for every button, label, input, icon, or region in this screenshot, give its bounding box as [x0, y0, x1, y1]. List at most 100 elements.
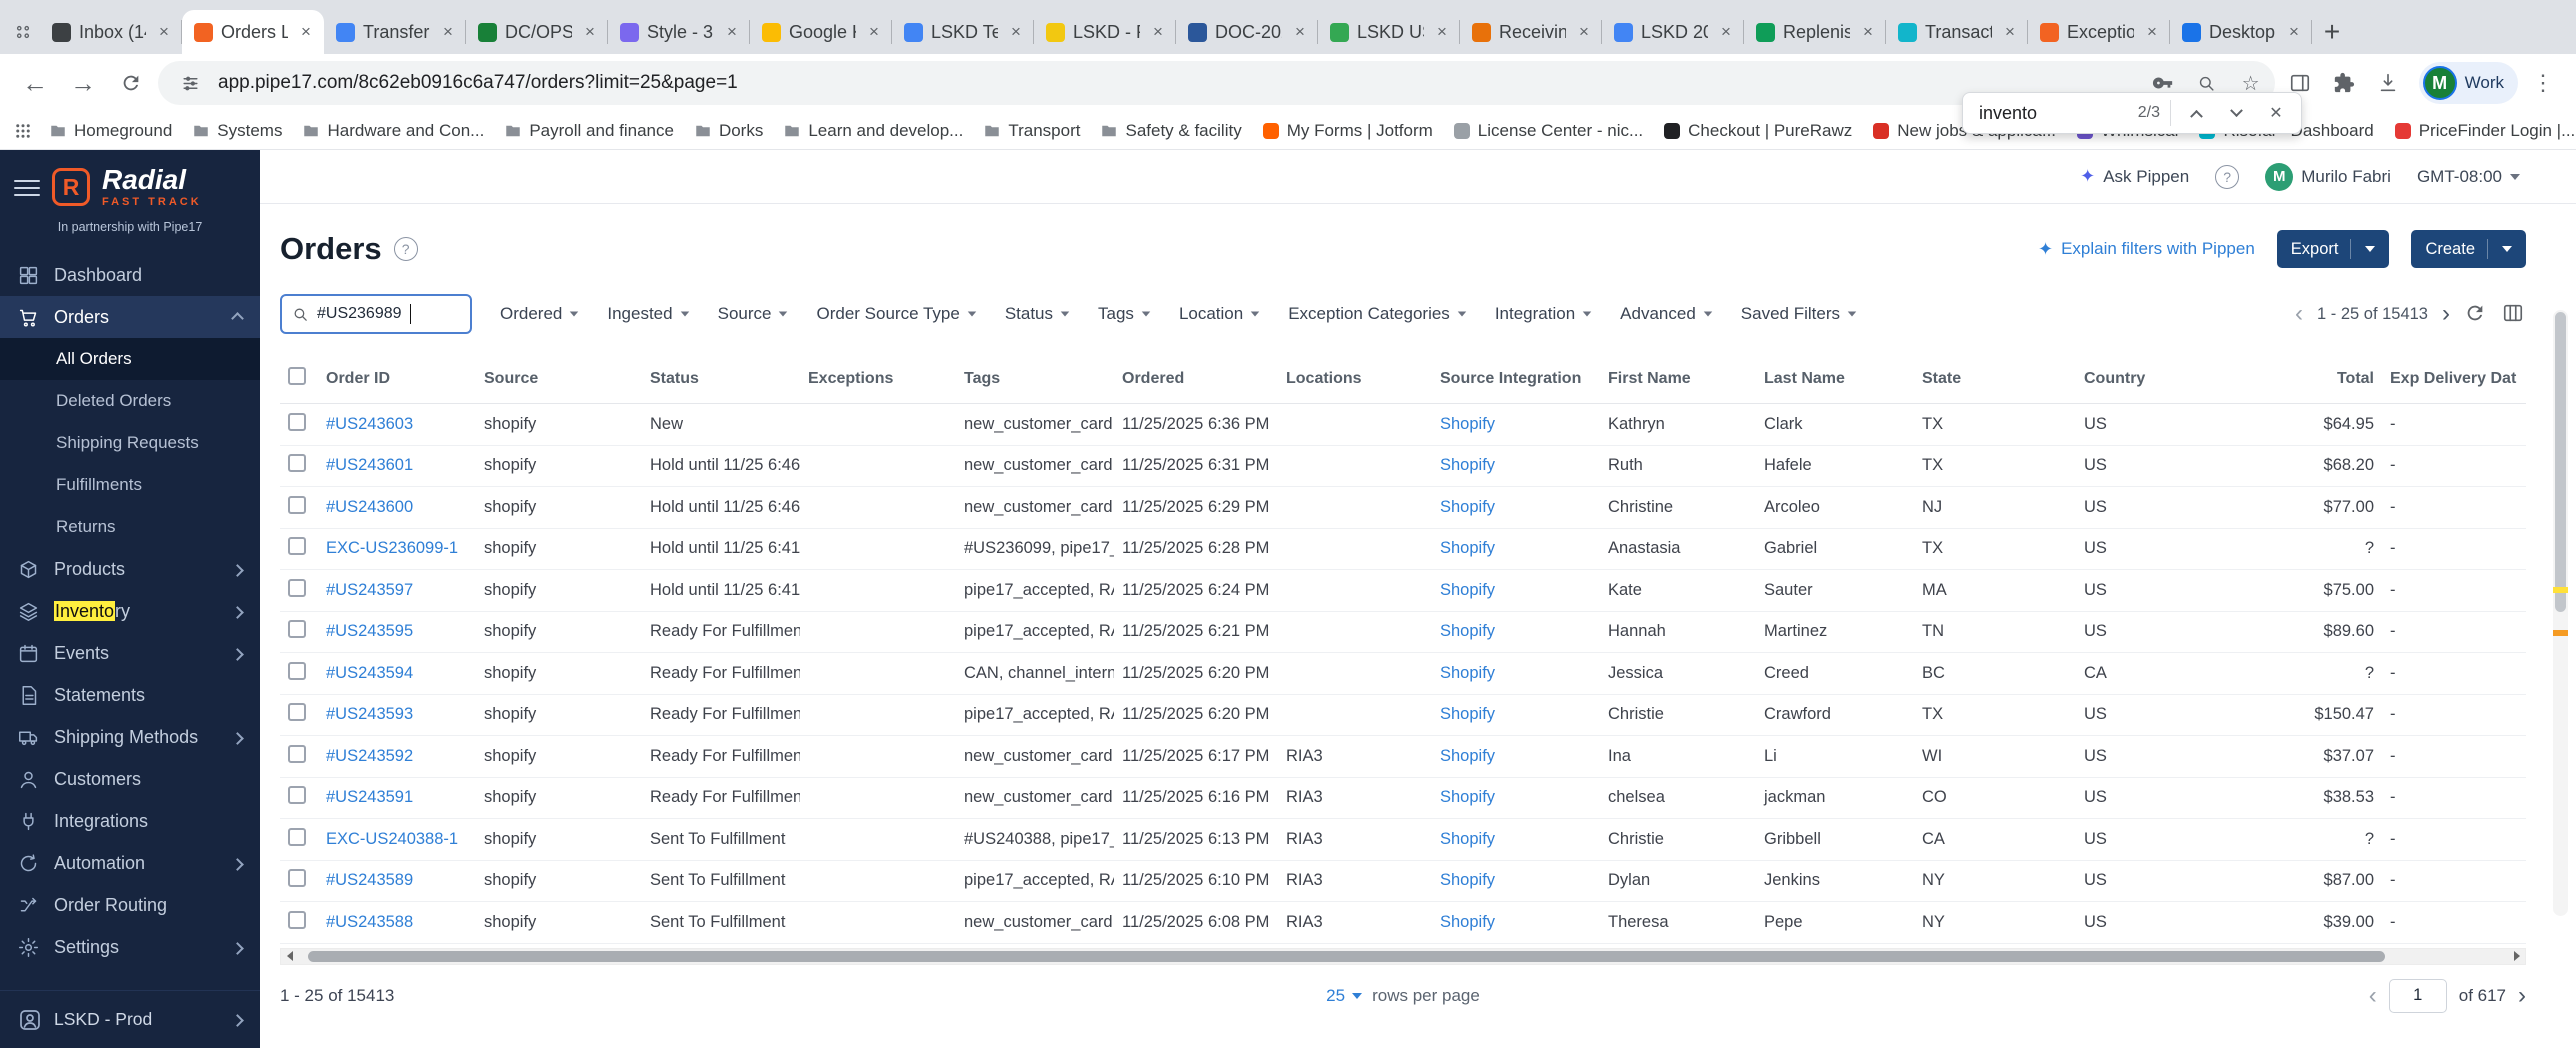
column-header-locations[interactable]: Locations [1278, 354, 1432, 404]
previous-page-icon[interactable]: ‹ [2295, 302, 2303, 326]
bookmark-hardware-and-con[interactable]: Hardware and Con... [293, 117, 493, 145]
browser-tab-lskd-tech-st[interactable]: LSKD Tech St... × [892, 10, 1034, 54]
row-checkbox[interactable] [288, 620, 306, 639]
forward-button[interactable]: → [62, 62, 104, 104]
create-button[interactable]: Create [2411, 230, 2526, 268]
sidebar-item-fulfillments[interactable]: Fulfillments [0, 464, 260, 506]
rows-per-page-select[interactable]: 25 [1326, 986, 1363, 1006]
timezone-dropdown[interactable]: GMT-08:00 [2417, 167, 2520, 187]
find-input[interactable]: invento [1979, 103, 2128, 124]
apps-grid-icon[interactable] [14, 122, 32, 140]
user-menu[interactable]: M Murilo Fabri [2265, 162, 2391, 191]
bookmark-learn-and-develop[interactable]: Learn and develop... [774, 117, 972, 145]
source-integration-link[interactable]: Shopify [1440, 830, 1495, 848]
tab-close-icon[interactable]: × [2000, 22, 2020, 42]
extensions-icon[interactable] [2325, 64, 2363, 102]
order-id-link[interactable]: #US243594 [326, 664, 413, 682]
find-next-icon[interactable] [2221, 98, 2251, 128]
select-all-checkbox[interactable] [288, 367, 306, 385]
browser-tab-dc-ops-resp[interactable]: DC/OPS Resp... × [466, 10, 608, 54]
sidebar-item-events[interactable]: Events [0, 632, 260, 674]
source-integration-link[interactable]: Shopify [1440, 415, 1495, 433]
bookmark-payroll-and-finance[interactable]: Payroll and finance [495, 117, 683, 145]
filter-source[interactable]: Source [718, 304, 789, 324]
bookmark-pricefinder-login[interactable]: PriceFinder Login |... [2385, 117, 2576, 145]
source-integration-link[interactable]: Shopify [1440, 913, 1495, 931]
next-page-icon[interactable]: › [2518, 983, 2526, 1008]
browser-tab-receiving-ha[interactable]: Receiving Ha... × [1460, 10, 1602, 54]
column-header-status[interactable]: Status [642, 354, 800, 404]
page-number-input[interactable] [2388, 978, 2447, 1013]
filter-ordered[interactable]: Ordered [500, 304, 579, 324]
sidebar-item-all-orders[interactable]: All Orders [0, 338, 260, 380]
order-id-link[interactable]: #US243603 [326, 415, 413, 433]
bookmark-license-center-nic[interactable]: License Center - nic... [1444, 117, 1652, 145]
filter-order-source-type[interactable]: Order Source Type [816, 304, 977, 324]
tab-close-icon[interactable]: × [722, 22, 742, 42]
row-checkbox[interactable] [288, 910, 306, 929]
sidebar-item-deleted-orders[interactable]: Deleted Orders [0, 380, 260, 422]
reload-button[interactable] [110, 62, 152, 104]
browser-tab-lskd-us-or[interactable]: LSKD US - Or... × [1318, 10, 1460, 54]
order-id-link[interactable]: #US243597 [326, 581, 413, 599]
horizontal-scrollbar[interactable] [280, 947, 2526, 965]
tab-close-icon[interactable]: × [1716, 22, 1736, 42]
scrollbar-thumb[interactable] [308, 950, 2386, 962]
tab-close-icon[interactable]: × [864, 22, 884, 42]
filter-saved-filters[interactable]: Saved Filters [1741, 304, 1857, 324]
order-id-link[interactable]: #US243591 [326, 788, 413, 806]
filter-tags[interactable]: Tags [1098, 304, 1151, 324]
ask-pippen-button[interactable]: ✦ Ask Pippen [2080, 166, 2189, 187]
back-button[interactable]: ← [14, 62, 56, 104]
order-id-link[interactable]: #US243592 [326, 747, 413, 765]
row-checkbox[interactable] [288, 537, 306, 556]
browser-tab-inbox-14-m[interactable]: Inbox (14) - m × [40, 10, 182, 54]
source-integration-link[interactable]: Shopify [1440, 456, 1495, 474]
column-header-exp-delivery[interactable]: Exp Delivery Dat [2382, 354, 2526, 404]
bookmark-transport[interactable]: Transport [974, 117, 1089, 145]
source-integration-link[interactable]: Shopify [1440, 705, 1495, 723]
tab-close-icon[interactable]: × [2284, 22, 2304, 42]
browser-tab-desktop-app[interactable]: Desktop App... × [2170, 10, 2312, 54]
bookmark-my-forms-jotform[interactable]: My Forms | Jotform [1253, 117, 1442, 145]
sidebar-item-shipping-methods[interactable]: Shipping Methods [0, 716, 260, 758]
sidebar-item-products[interactable]: Products [0, 548, 260, 590]
export-button[interactable]: Export [2276, 230, 2390, 268]
previous-page-icon[interactable]: ‹ [2369, 983, 2377, 1008]
new-tab-button[interactable]: + [2312, 12, 2352, 52]
tab-close-icon[interactable]: × [1148, 22, 1168, 42]
browser-tab-lskd-2025-le[interactable]: LSKD 2025 Le... × [1602, 10, 1744, 54]
order-id-link[interactable]: EXC-US236099-1 [326, 539, 458, 557]
browser-tab-transaction-h[interactable]: Transaction H... × [1886, 10, 2028, 54]
sidebar-item-automation[interactable]: Automation [0, 842, 260, 884]
tab-close-icon[interactable]: × [1432, 22, 1452, 42]
order-id-link[interactable]: EXC-US240388-1 [326, 830, 458, 848]
column-header-last-name[interactable]: Last Name [1756, 354, 1914, 404]
row-checkbox[interactable] [288, 454, 306, 473]
page-help-icon[interactable]: ? [393, 237, 418, 261]
filter-location[interactable]: Location [1179, 304, 1260, 324]
column-header-exceptions[interactable]: Exceptions [800, 354, 956, 404]
source-integration-link[interactable]: Shopify [1440, 539, 1495, 557]
browser-tab-replenishme[interactable]: Replenishme... × [1744, 10, 1886, 54]
column-header-tags[interactable]: Tags [956, 354, 1114, 404]
refresh-icon[interactable] [2464, 302, 2488, 326]
tab-close-icon[interactable]: × [154, 22, 174, 42]
row-checkbox[interactable] [288, 827, 306, 846]
source-integration-link[interactable]: Shopify [1440, 664, 1495, 682]
vertical-scrollbar[interactable] [2553, 310, 2568, 916]
scroll-left-icon[interactable] [281, 948, 298, 964]
downloads-icon[interactable] [2369, 64, 2407, 102]
browser-menu-icon[interactable]: ⋮ [2524, 64, 2562, 102]
tab-search-icon[interactable] [6, 10, 40, 54]
sidebar-item-order-routing[interactable]: Order Routing [0, 884, 260, 926]
column-header-total[interactable]: Total [2240, 354, 2382, 404]
browser-tab-doc-202511[interactable]: DOC-202511... × [1176, 10, 1318, 54]
sidebar-item-dashboard[interactable]: Dashboard [0, 254, 260, 296]
tab-close-icon[interactable]: × [438, 22, 458, 42]
row-checkbox[interactable] [288, 703, 306, 722]
browser-tab-transfers-pro[interactable]: Transfers Pro... × [324, 10, 466, 54]
browser-tab-style-3-click[interactable]: Style - 3 Click... × [608, 10, 750, 54]
column-header-source[interactable]: Source [476, 354, 642, 404]
sidebar-item-shipping-requests[interactable]: Shipping Requests [0, 422, 260, 464]
